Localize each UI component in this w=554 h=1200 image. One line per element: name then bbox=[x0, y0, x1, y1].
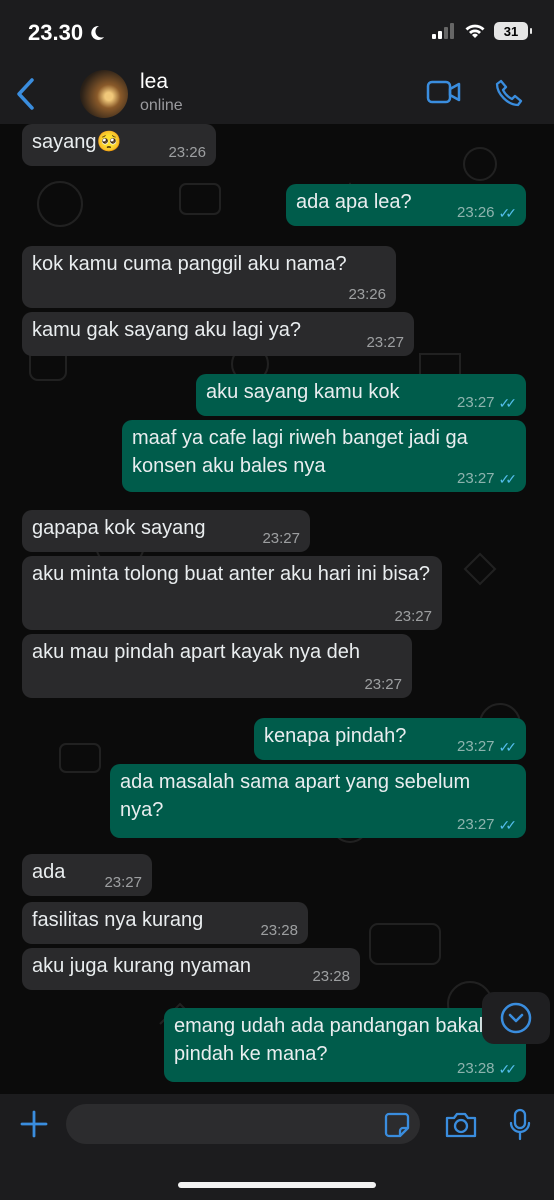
plus-icon bbox=[20, 1110, 48, 1138]
message-time: 23:26 bbox=[168, 144, 206, 161]
message-outgoing[interactable]: emang udah ada pandangan bakal pindah ke… bbox=[164, 1008, 526, 1082]
message-incoming[interactable]: ada 23:27 bbox=[22, 854, 152, 896]
read-receipt-icon: ✓✓ bbox=[498, 395, 518, 411]
message-outgoing[interactable]: ada masalah sama apart yang sebelum nya?… bbox=[110, 764, 526, 838]
message-incoming[interactable]: gapapa kok sayang 23:27 bbox=[22, 510, 310, 552]
message-time: 23:27 bbox=[104, 874, 142, 891]
message-incoming[interactable]: sayang🥺 23:26 bbox=[22, 124, 216, 166]
message-time: 23:28 bbox=[312, 968, 350, 985]
message-incoming[interactable]: fasilitas nya kurang 23:28 bbox=[22, 902, 308, 944]
back-button[interactable] bbox=[14, 76, 38, 117]
message-text: aku mau pindah apart kayak nya deh bbox=[32, 641, 360, 663]
read-receipt-icon: ✓✓ bbox=[498, 205, 518, 221]
camera-icon bbox=[445, 1112, 477, 1138]
message-text: aku sayang kamu kok bbox=[206, 381, 400, 403]
video-call-icon bbox=[426, 80, 461, 104]
message-text: ada bbox=[32, 861, 66, 883]
mic-button[interactable] bbox=[508, 1108, 532, 1147]
read-receipt-icon: ✓✓ bbox=[498, 471, 518, 487]
battery-level: 31 bbox=[503, 23, 519, 39]
message-time: 23:27 bbox=[262, 530, 300, 547]
status-bar: 23.30 31 bbox=[0, 0, 554, 64]
message-text: ada masalah sama apart yang sebelum nya? bbox=[120, 771, 471, 821]
message-input[interactable] bbox=[66, 1104, 420, 1144]
message-outgoing[interactable]: aku sayang kamu kok 23:27 ✓✓ bbox=[196, 374, 526, 416]
status-time: 23.30 bbox=[28, 20, 105, 46]
camera-button[interactable] bbox=[444, 1110, 478, 1145]
message-meta: 23:27 ✓✓ bbox=[456, 816, 518, 834]
message-text: emang udah ada pandangan bakal pindah ke… bbox=[174, 1015, 484, 1065]
message-time: 23:27 bbox=[456, 816, 495, 833]
message-time: 23:27 bbox=[364, 676, 402, 693]
attach-button[interactable] bbox=[18, 1108, 50, 1145]
message-time: 23:27 bbox=[394, 608, 432, 625]
message-text: ada apa lea? bbox=[296, 191, 412, 213]
phone-icon bbox=[495, 79, 523, 107]
message-meta: 23:26 bbox=[168, 145, 206, 161]
message-meta: 23:26 ✓✓ bbox=[456, 204, 518, 222]
battery-indicator: 31 bbox=[494, 22, 532, 40]
message-text: aku minta tolong buat anter aku hari ini… bbox=[32, 563, 431, 585]
voice-call-button[interactable] bbox=[494, 78, 524, 113]
video-call-button[interactable] bbox=[426, 78, 462, 111]
contact-status: online bbox=[140, 97, 183, 114]
message-time: 23:26 bbox=[348, 286, 386, 303]
message-incoming[interactable]: kok kamu cuma panggil aku nama? 23:26 bbox=[22, 246, 396, 308]
read-receipt-icon: ✓✓ bbox=[498, 1061, 518, 1077]
scroll-down-icon bbox=[500, 1002, 532, 1034]
message-time: 23:27 bbox=[456, 394, 495, 411]
message-time: 23:28 bbox=[260, 922, 298, 939]
message-text: aku juga kurang nyaman bbox=[32, 955, 252, 977]
status-icons: 31 bbox=[432, 22, 532, 40]
message-meta: 23:26 bbox=[348, 287, 386, 303]
message-meta: 23:28 bbox=[312, 969, 350, 985]
message-meta: 23:27 bbox=[364, 677, 402, 693]
message-meta: 23:27 bbox=[366, 335, 404, 351]
message-meta: 23:27 bbox=[262, 531, 300, 547]
chat-header: lea online bbox=[0, 64, 554, 124]
message-incoming[interactable]: aku minta tolong buat anter aku hari ini… bbox=[22, 556, 442, 630]
chat-area[interactable]: sayang🥺 23:26 ada apa lea? 23:26 ✓✓ kok k… bbox=[0, 124, 554, 1094]
message-meta: 23:27 ✓✓ bbox=[456, 738, 518, 756]
message-incoming[interactable]: aku mau pindah apart kayak nya deh 23:27 bbox=[22, 634, 412, 698]
message-incoming[interactable]: kamu gak sayang aku lagi ya? 23:27 bbox=[22, 312, 414, 356]
message-text: gapapa kok sayang bbox=[32, 517, 206, 539]
wifi-icon bbox=[465, 24, 485, 38]
message-outgoing[interactable]: maaf ya cafe lagi riweh banget jadi ga k… bbox=[122, 420, 526, 492]
message-text: fasilitas nya kurang bbox=[32, 909, 204, 931]
message-meta: 23:28 ✓✓ bbox=[456, 1060, 518, 1078]
read-receipt-icon: ✓✓ bbox=[498, 739, 518, 755]
message-text: kamu gak sayang aku lagi ya? bbox=[32, 319, 302, 341]
message-incoming[interactable]: aku juga kurang nyaman 23:28 bbox=[22, 948, 360, 990]
message-outgoing[interactable]: kenapa pindah? 23:27 ✓✓ bbox=[254, 718, 526, 760]
mic-icon bbox=[509, 1108, 531, 1141]
message-text: kok kamu cuma panggil aku nama? bbox=[32, 253, 347, 275]
read-receipt-icon: ✓✓ bbox=[498, 817, 518, 833]
signal-icon bbox=[432, 23, 454, 39]
message-time: 23:27 bbox=[366, 334, 404, 351]
message-text: sayang🥺 bbox=[32, 131, 122, 153]
message-meta: 23:28 bbox=[260, 923, 298, 939]
message-time: 23:27 bbox=[456, 470, 495, 487]
avatar[interactable] bbox=[80, 70, 128, 118]
message-text: maaf ya cafe lagi riweh banget jadi ga k… bbox=[132, 427, 468, 477]
message-outgoing[interactable]: ada apa lea? 23:26 ✓✓ bbox=[286, 184, 526, 226]
contact-name[interactable]: lea bbox=[140, 70, 168, 94]
message-time: 23:27 bbox=[456, 738, 495, 755]
message-text: kenapa pindah? bbox=[264, 725, 407, 747]
message-time: 23:26 bbox=[456, 204, 495, 221]
message-meta: 23:27 ✓✓ bbox=[456, 394, 518, 412]
message-meta: 23:27 ✓✓ bbox=[456, 470, 518, 488]
scroll-to-bottom-button[interactable] bbox=[482, 992, 550, 1044]
clock-text: 23.30 bbox=[28, 20, 84, 45]
message-meta: 23:27 bbox=[394, 609, 432, 625]
sticker-button[interactable] bbox=[384, 1112, 410, 1143]
sticker-icon bbox=[384, 1112, 410, 1138]
message-time: 23:28 bbox=[456, 1060, 495, 1077]
message-meta: 23:27 bbox=[104, 875, 142, 891]
home-indicator[interactable] bbox=[178, 1182, 376, 1188]
back-chevron-icon bbox=[17, 78, 34, 110]
moon-icon bbox=[91, 25, 105, 40]
